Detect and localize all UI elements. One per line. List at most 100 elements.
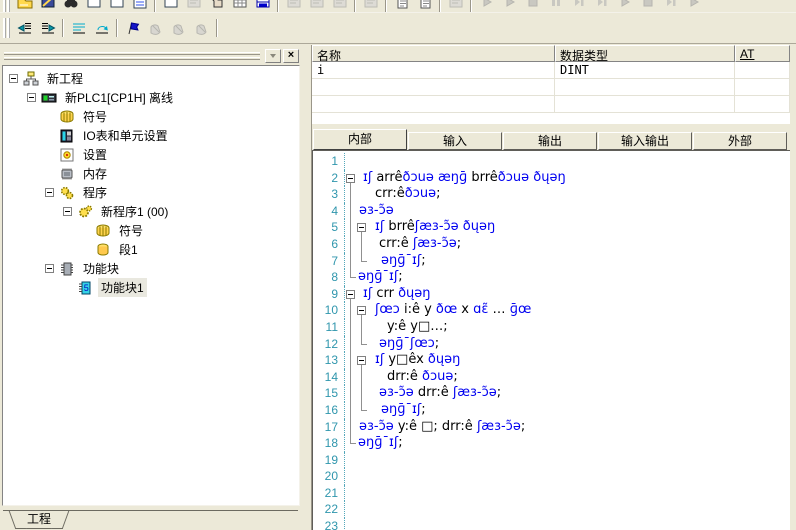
table-cell[interactable] [312,96,555,112]
indent-increase-icon[interactable] [36,17,59,39]
align-lines-icon[interactable] [67,17,90,39]
code-line[interactable]: 6crr:ê ʃæɜ-ɔ̃ə; [313,236,790,253]
table-cell[interactable] [735,62,790,78]
tree-item-memory[interactable]: 内存 [3,164,299,183]
tree-expander-icon[interactable] [9,74,18,83]
grid-icon[interactable] [228,0,251,13]
code-line[interactable]: 7əŋɡ̄ˉɪʃ; [313,253,790,270]
workspace-close-button[interactable]: × [283,49,299,63]
code-token: drr:ê [414,385,453,400]
code-line[interactable]: 13ɪʃ y□êx ðųəŋ [313,352,790,369]
tree-item-label: IO表和单元设置 [80,126,171,145]
code-line[interactable]: 14drr:ê ðɔuə; [313,369,790,386]
data-grid-icon[interactable] [251,0,274,13]
fb-tab-1[interactable]: 内部 [313,129,407,150]
column-header-3[interactable]: AT [735,45,790,62]
compile-icon[interactable] [36,0,59,13]
fold-box-icon[interactable] [346,290,355,299]
table-cell[interactable]: i [312,62,555,78]
new-window-icon[interactable] [159,0,182,13]
open-folder-icon[interactable] [13,0,36,13]
code-line[interactable]: 3crr:êðɔuə; [313,186,790,203]
table-cell[interactable]: DINT [555,62,735,78]
list-view-icon[interactable] [128,0,151,13]
code-text: ʃœɔ i:ê y ðœ x ɑɛ̃ … ɡ̄œ [375,302,531,319]
panel-splitter[interactable] [302,45,311,530]
tab-project[interactable]: 工程 [18,511,60,529]
code-line[interactable]: 12əŋɡ̄ˉʃœɔ; [313,336,790,353]
fold-box-icon[interactable] [357,223,366,232]
fold-box-icon[interactable] [357,356,366,365]
code-line[interactable]: 1 [313,153,790,170]
realign-icon[interactable] [90,17,113,39]
cascade-window-icon[interactable] [82,0,105,13]
pointer-icon[interactable] [205,0,228,13]
tree-item-new-plc1[interactable]: 新PLC1[CP1H] 离线 [3,88,299,107]
toolbar-grip[interactable] [3,0,10,13]
code-content [345,153,790,170]
code-line[interactable]: 5ɪʃ brrêʃæɜ-ɔ̃ə ðųəŋ [313,219,790,236]
tree-expander-icon[interactable] [45,264,54,273]
tree-item-settings[interactable]: 设置 [3,145,299,164]
code-line[interactable]: 20 [313,468,790,485]
tree-item-function-blocks[interactable]: 功能块 [3,259,299,278]
table-cell[interactable] [555,79,735,95]
code-line[interactable]: 15əɜ-ɔ̃ə drr:ê ʃæɜ-ɔ̃ə; [313,385,790,402]
code-line[interactable]: 9ɪʃ crr ðųəŋ [313,286,790,303]
grayed-icon-1 [182,0,205,13]
fb-tab-2[interactable]: 输入 [408,132,502,150]
code-text: crr:êðɔuə; [375,186,441,203]
code-token: crr:ê [379,236,413,251]
code-token: ; [497,385,501,400]
line-number: 22 [313,501,345,518]
tree-item-new-project[interactable]: 新工程 [3,69,299,88]
code-line[interactable]: 22 [313,501,790,518]
window-icon[interactable] [105,0,128,13]
workspace-dropdown-button[interactable] [265,49,281,63]
fold-box-icon[interactable] [357,306,366,315]
tree-item-section1[interactable]: 段1 [3,240,299,259]
code-line[interactable]: 2ɪʃ arrêðɔuə æŋɡ̄ brrêðɔuə ðųəŋ [313,170,790,187]
find-icon[interactable] [59,0,82,13]
st-editor[interactable]: 12ɪʃ arrêðɔuə æŋɡ̄ brrêðɔuə ðųəŋ3crr:êðɔ… [312,150,790,530]
tree-item-symbols[interactable]: 符号 [3,107,299,126]
code-line[interactable]: 8əŋɡ̄ˉɪʃ; [313,269,790,286]
table-cell[interactable] [735,96,790,112]
fb-tab-5[interactable]: 外部 [693,132,787,150]
fold-end-line [350,435,356,444]
code-line[interactable]: 10ʃœɔ i:ê y ðœ x ɑɛ̃ … ɡ̄œ [313,302,790,319]
tree-item-new-program1[interactable]: 新程序1 (00) [3,202,299,221]
code-line[interactable]: 21 [313,485,790,502]
tree-expander-icon[interactable] [45,188,54,197]
tree-expander-icon[interactable] [63,207,72,216]
code-content: əŋɡ̄ˉɪʃ; [345,402,790,419]
code-line[interactable]: 16əŋɡ̄ˉɪʃ; [313,402,790,419]
drag-handle[interactable] [4,52,263,60]
column-header-1[interactable]: 名称 [312,45,555,62]
code-line[interactable]: 19 [313,452,790,469]
tree-item-programs[interactable]: 程序 [3,183,299,202]
tree-item-io-table[interactable]: IO表和单元设置 [3,126,299,145]
table-cell[interactable] [555,96,735,112]
fold-box-icon[interactable] [346,174,355,183]
fb-tab-4[interactable]: 输入输出 [598,132,692,150]
tree-expander-icon[interactable] [27,93,36,102]
tree-item-program-symbols[interactable]: 符号 [3,221,299,240]
bookmark-icon[interactable] [121,17,144,39]
code-token: ; [457,236,461,251]
table-cell[interactable] [312,79,555,95]
report-icon-2[interactable] [413,0,436,13]
table-cell[interactable] [735,79,790,95]
tree-item-function-block1[interactable]: 5功能块1 [3,278,299,297]
fb-tab-3[interactable]: 输出 [503,132,597,150]
code-line[interactable]: 11y:ê y□…; [313,319,790,336]
indent-decrease-icon[interactable] [13,17,36,39]
code-line[interactable]: 4əɜ-ɔ̃ə [313,203,790,220]
code-line[interactable]: 17əɜ-ɔ̃ə y:ê □; drr:ê ʃæɜ-ɔ̃ə; [313,419,790,436]
column-header-2[interactable]: 数据类型 [555,45,735,62]
line-number: 12 [313,336,345,353]
code-line[interactable]: 18əŋɡ̄ˉɪʃ; [313,435,790,452]
code-line[interactable]: 23 [313,518,790,530]
report-icon-1[interactable] [390,0,413,13]
toolbar-grip[interactable] [3,18,10,38]
